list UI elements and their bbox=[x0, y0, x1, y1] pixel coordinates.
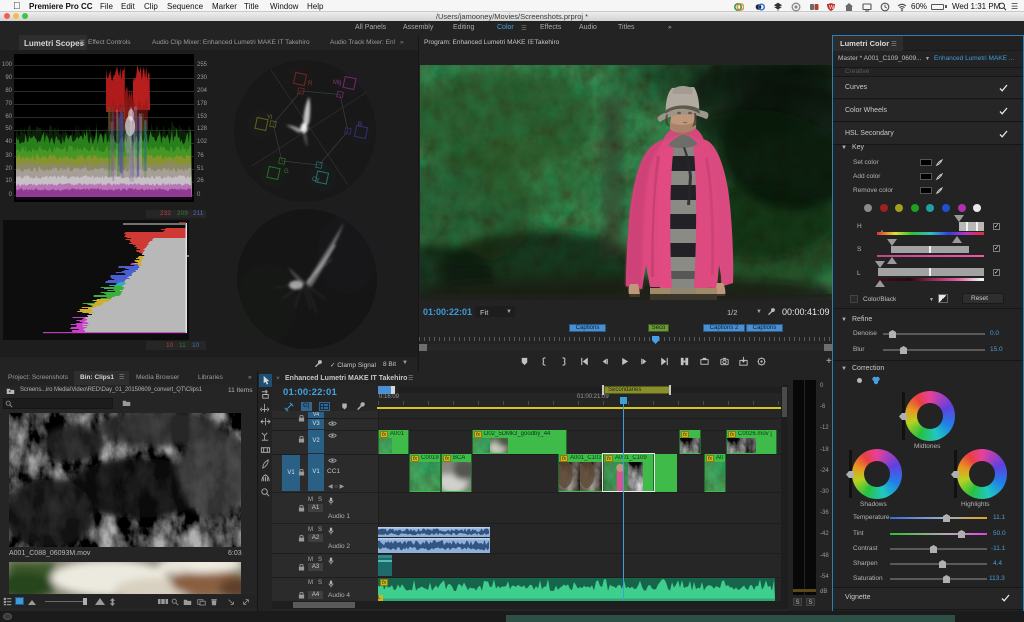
svg-text:Cy: Cy bbox=[312, 177, 319, 183]
svg-text:W: W bbox=[829, 5, 835, 11]
svg-text:B: B bbox=[358, 122, 362, 128]
svg-text:G: G bbox=[284, 169, 289, 175]
svg-text:R: R bbox=[308, 81, 313, 87]
svg-text:Mg: Mg bbox=[333, 80, 341, 86]
svg-text:Yl: Yl bbox=[267, 115, 272, 121]
